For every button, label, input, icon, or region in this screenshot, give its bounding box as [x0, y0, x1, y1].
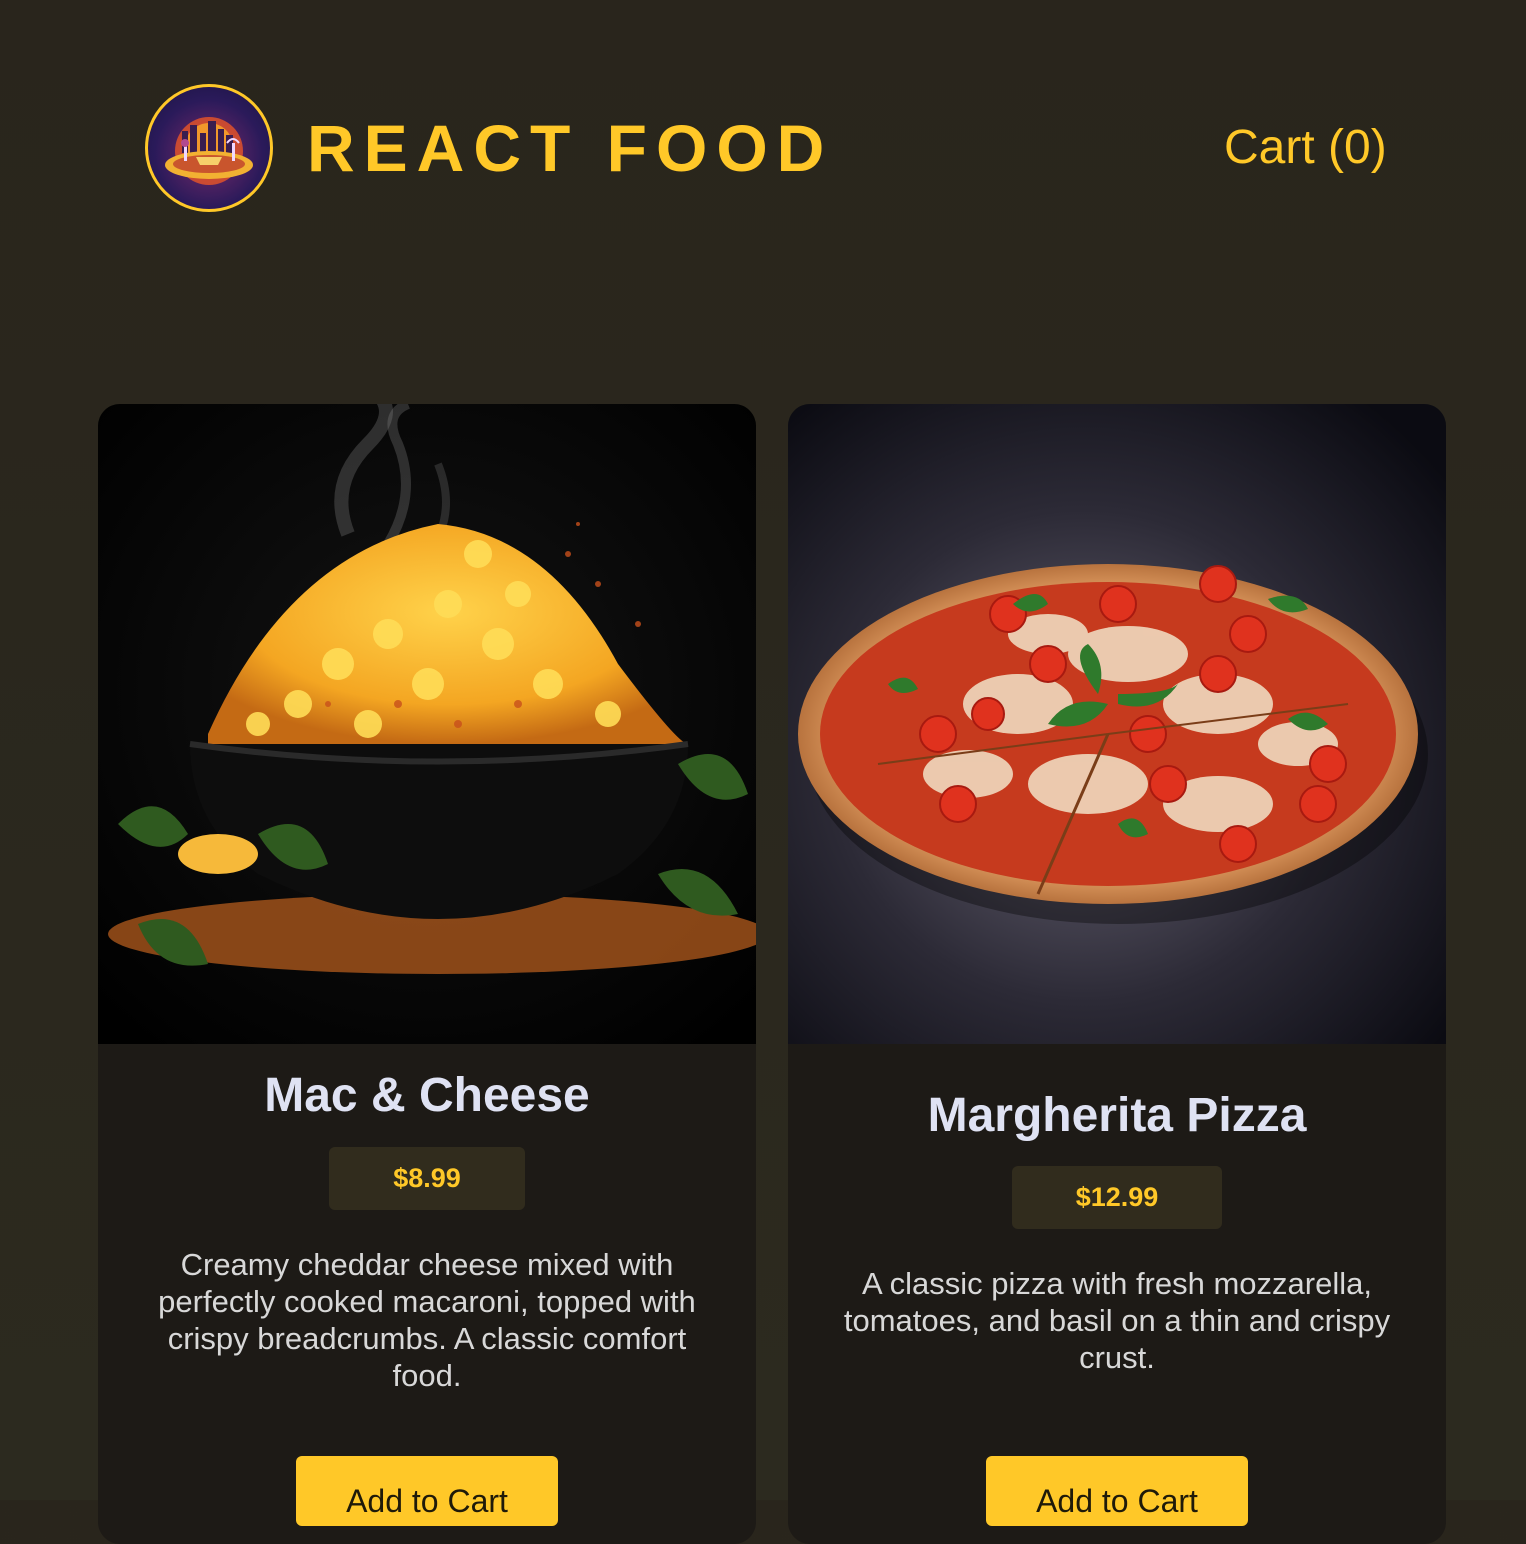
cart-button[interactable]: Cart (0)	[1224, 120, 1387, 175]
meal-card-margherita-pizza: Margherita Pizza $12.99 A classic pizza …	[788, 404, 1446, 1544]
meal-price-wrap: $8.99	[98, 1147, 756, 1210]
meals-list: Mac & Cheese $8.99 Creamy cheddar cheese…	[98, 404, 1446, 1544]
meal-title: Mac & Cheese	[264, 1069, 590, 1122]
logo-icon	[145, 84, 273, 212]
meal-price-badge: $8.99	[329, 1147, 525, 1210]
add-to-cart-button[interactable]: Add to Cart	[986, 1456, 1248, 1526]
brand-logo-group[interactable]: REACT FOOD	[145, 84, 833, 212]
meal-description: Creamy cheddar cheese mixed with perfect…	[158, 1247, 696, 1393]
meal-image-mac-cheese	[98, 404, 756, 1044]
meal-price-badge: $12.99	[1011, 1166, 1223, 1229]
meal-title: Margherita Pizza	[927, 1089, 1307, 1142]
meal-price-wrap: $12.99	[788, 1166, 1446, 1229]
add-to-cart-button[interactable]: Add to Cart	[296, 1456, 558, 1526]
brand-title: REACT FOOD	[307, 111, 834, 185]
meal-description: A classic pizza with fresh mozzarella, t…	[843, 1266, 1391, 1375]
main-header: REACT FOOD Cart (0)	[0, 0, 1526, 300]
meal-image-margherita-pizza	[788, 404, 1446, 1044]
meal-card-mac-cheese: Mac & Cheese $8.99 Creamy cheddar cheese…	[98, 404, 756, 1544]
